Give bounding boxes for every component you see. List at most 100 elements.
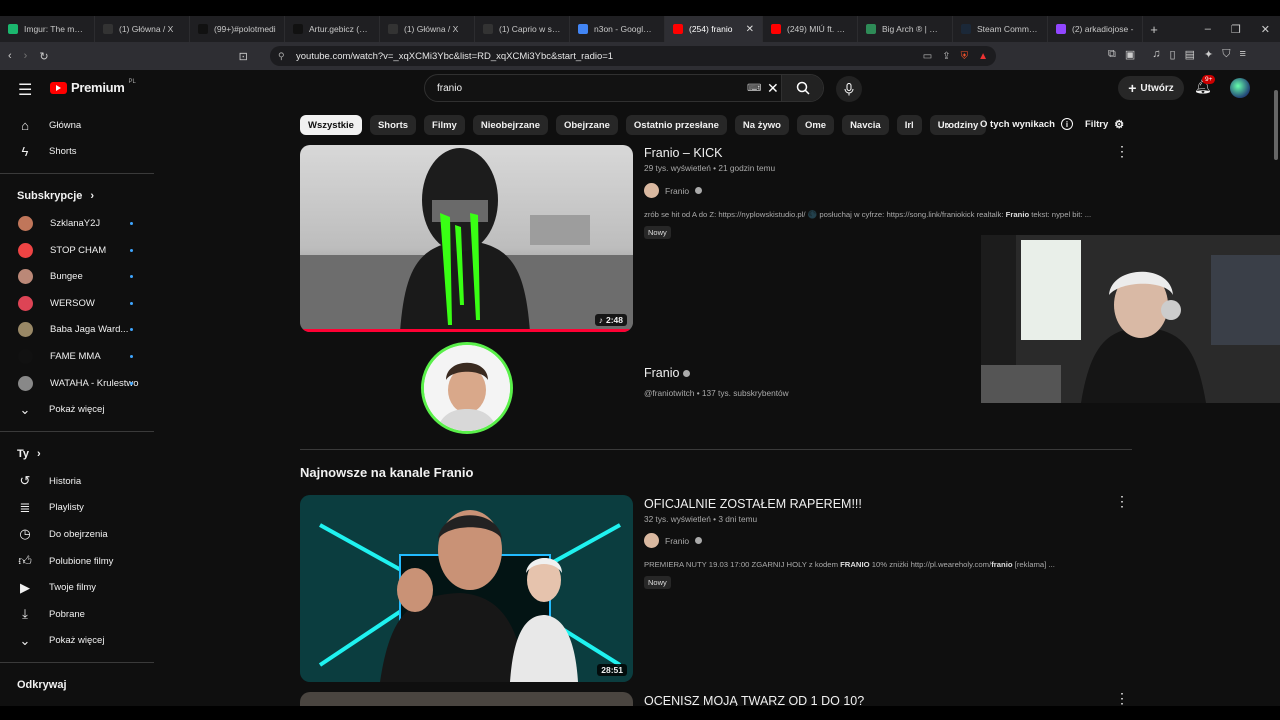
maximize-button[interactable]: ❐ [1231, 23, 1241, 36]
forward-icon[interactable]: › [24, 50, 28, 62]
sidebar-item[interactable]: FAME MMA [0, 343, 156, 370]
omnibox-actions: ▭ ⇪ ⛨ ▲ [923, 46, 988, 66]
sidebar-item[interactable]: 👍︎ Polubione filmy [0, 548, 156, 575]
account-avatar[interactable] [1230, 78, 1250, 98]
filter-chip[interactable]: Urodziny [929, 115, 987, 135]
sidebar-item[interactable]: ⤓ Pobrane [0, 601, 156, 628]
browser-tab[interactable]: Steam Communi [953, 16, 1048, 42]
media-icon[interactable]: ♫ [1152, 48, 1160, 61]
sidebar-item[interactable]: ▶ Twoje filmy [0, 574, 156, 601]
site-settings-icon[interactable]: ⚲ [278, 51, 285, 62]
hamburger-menu-icon[interactable]: ☰ [18, 80, 32, 100]
new-tab-button[interactable]: + [1143, 22, 1165, 37]
sidebar-item[interactable]: ↺ Historia [0, 468, 156, 495]
browser-tab[interactable]: (99+)#polotmedi [190, 16, 285, 42]
filter-chip[interactable]: Shorts [369, 115, 417, 135]
vpn-icon[interactable]: ⛉ [1222, 48, 1230, 61]
browser-tab[interactable]: (1) Caprio w serw [475, 16, 570, 42]
channel-avatar-large[interactable] [421, 342, 513, 434]
browser-tab[interactable]: (1) Główna / X [380, 16, 475, 42]
page-scrollbar[interactable] [1272, 70, 1280, 706]
chips-next-icon[interactable]: › [946, 118, 950, 132]
scrollbar-thumb[interactable] [1274, 90, 1278, 160]
browser-tab[interactable]: (249) MIÚ ft. Pez [763, 16, 858, 42]
sidebar-item[interactable]: Baba Jaga Ward... [0, 317, 156, 344]
browser-tab[interactable]: Artur.gebicz (@a [285, 16, 380, 42]
youtube-premium-logo[interactable]: Premium PL [50, 79, 136, 95]
more-options-icon[interactable]: ⋮ [1115, 493, 1129, 510]
sidebar-item[interactable]: ⌄ Pokaż więcej [0, 396, 156, 423]
video-title[interactable]: Franio – KICK [644, 146, 723, 160]
browser-tab[interactable]: Imgur: The magic [0, 16, 95, 42]
filter-chip[interactable]: Nieobejrzane [472, 115, 548, 135]
browser-menu-icon[interactable]: ≡ [1239, 48, 1245, 61]
minimize-button[interactable]: – [1205, 23, 1211, 36]
sidebar-item[interactable]: ◷ Do obejrzenia [0, 521, 156, 548]
sidebar-item-label: Główna [49, 119, 82, 131]
bookmark-icon[interactable]: ⊡ [239, 50, 248, 63]
filter-chip[interactable]: Ome [796, 115, 835, 135]
video-thumbnail-kick[interactable]: ♪ 2:48 [300, 145, 633, 332]
sidebar-item[interactable]: SzklanaY2J [0, 210, 156, 237]
clear-search-icon[interactable]: ✕ [767, 80, 779, 97]
address-bar[interactable]: ⚲ youtube.com/watch?v=_xqXCMi3Ybc&list=R… [270, 46, 996, 66]
sidebar-item[interactable]: ϟ Shorts [0, 139, 156, 166]
sidebar-item[interactable]: ⌄ Pokaż więcej [0, 628, 156, 655]
you-header[interactable]: Ty › [0, 440, 156, 468]
filter-chip[interactable]: Obejrzane [555, 115, 618, 135]
search-button[interactable] [781, 75, 823, 101]
sidebar-item[interactable]: WATAHA - Krulestwo [0, 370, 156, 397]
reload-icon[interactable]: ↻ [39, 50, 48, 63]
channel-link[interactable]: Franio [644, 183, 703, 198]
filter-chip[interactable]: Filmy [424, 115, 465, 135]
webcam-overlay [981, 235, 1280, 403]
channel-avatar [18, 269, 33, 285]
tab-favicon-icon [293, 24, 303, 34]
filter-chip[interactable]: Na żywo [734, 115, 789, 135]
sidebar-item[interactable]: STOP CHAM [0, 237, 156, 264]
back-icon[interactable]: ‹ [8, 50, 12, 62]
sidebar-item[interactable]: ≣ Playlisty [0, 495, 156, 522]
video-thumbnail-raper[interactable]: 28:51 [300, 495, 633, 682]
browser-tab[interactable]: n3on - Google Se [570, 16, 665, 42]
browser-tab[interactable]: (2) arkadiojose - [1048, 16, 1143, 42]
more-options-icon[interactable]: ⋮ [1115, 143, 1129, 160]
brave-shield-icon[interactable]: ⛨ [961, 51, 969, 62]
browser-tab[interactable]: (1) Główna / X [95, 16, 190, 42]
filter-chip[interactable]: Navcia [842, 115, 889, 135]
notifications-button[interactable]: 🔔︎ 9+ [1194, 75, 1216, 95]
screenshot-icon[interactable]: ▣ [1125, 48, 1135, 61]
sidebar-item[interactable]: Bungee [0, 263, 156, 290]
sidebar-toggle-icon[interactable]: ▯ [1170, 48, 1176, 61]
about-results-button[interactable]: O tych wynikach i [980, 118, 1073, 130]
extension-icons: ⧉ ▣ ♫ ▯ ▤ ✦ ⛉ ≡ [1108, 48, 1246, 61]
filter-chip[interactable]: Wszystkie [300, 115, 362, 135]
create-button[interactable]: + Utwórz [1118, 76, 1184, 100]
more-options-icon[interactable]: ⋮ [1115, 690, 1129, 707]
cast-icon[interactable]: ▭ [923, 51, 932, 62]
wallet-icon[interactable]: ▤ [1185, 48, 1195, 61]
keyboard-icon[interactable]: ⌨ [747, 83, 761, 94]
extensions-icon[interactable]: ⧉ [1108, 48, 1116, 61]
video-title[interactable]: OFICJALNIE ZOSTAŁEM RAPEREM!!! [644, 497, 862, 511]
filter-chip[interactable]: Irl [896, 115, 922, 135]
search-input[interactable]: franio [437, 83, 462, 94]
channel-card-name[interactable]: Franio [644, 366, 691, 380]
share-icon[interactable]: ⇪ [942, 51, 950, 62]
sidebar-item-label: Pokaż więcej [49, 635, 105, 647]
close-tab-icon[interactable]: ✕ [746, 24, 754, 35]
browser-tab[interactable]: Big Arch ® | McD [858, 16, 953, 42]
brave-rewards-icon[interactable]: ▲ [978, 51, 988, 62]
sidebar-item[interactable]: WERSOW [0, 290, 156, 317]
filter-chip[interactable]: Ostatnio przesłane [625, 115, 727, 135]
sidebar-item[interactable]: ⌂ Główna [0, 112, 156, 139]
close-window-button[interactable]: ✕ [1261, 23, 1270, 36]
subscriptions-header[interactable]: Subskrypcje › [0, 182, 156, 210]
browser-tab[interactable]: (254) franio ✕ [665, 16, 763, 42]
sidebar-item-label: FAME MMA [50, 350, 101, 362]
channel-name: Franio [665, 185, 690, 196]
channel-link[interactable]: Franio [644, 533, 703, 548]
filters-button[interactable]: Filtry ⚙ [1085, 118, 1124, 131]
voice-search-button[interactable] [836, 76, 862, 102]
leo-ai-icon[interactable]: ✦ [1204, 48, 1213, 61]
